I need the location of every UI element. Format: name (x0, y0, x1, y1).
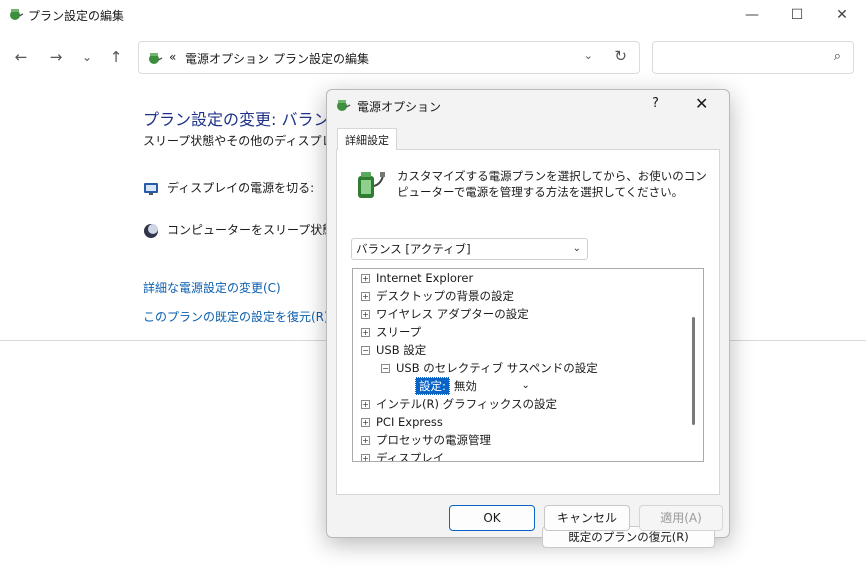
ok-button[interactable]: OK (449, 505, 535, 531)
restore-defaults-link[interactable]: このプランの既定の設定を復元(R) (143, 308, 329, 325)
close-window-button[interactable]: ✕ (819, 0, 865, 30)
navigation-bar: ← → ⌄ ↑ « 電源オプション › プラン設定の編集 ⌄ ↻ ⌕ (0, 38, 866, 78)
tree-item-label: ワイヤレス アダプターの設定 (376, 307, 529, 321)
advanced-settings-panel: カスタマイズする電源プランを選択してから、お使いのコンピューターで電源を管理する… (336, 149, 720, 548)
cancel-button[interactable]: キャンセル (544, 505, 630, 531)
advanced-settings-link[interactable]: 詳細な電源設定の変更(C) (143, 279, 281, 296)
tree-item[interactable]: + PCI Express (361, 413, 443, 431)
expand-icon[interactable]: + (361, 274, 370, 283)
sleep-moon-icon (144, 223, 158, 238)
search-icon: ⌕ (833, 49, 841, 64)
tab-advanced-settings[interactable]: 詳細設定 (337, 128, 397, 150)
breadcrumb-separator[interactable]: › (259, 50, 264, 64)
tree-item-label: デスクトップの背景の設定 (376, 289, 514, 303)
battery-plug-icon (358, 172, 385, 198)
tree-item-label: USB 設定 (376, 343, 427, 357)
address-overflow[interactable]: « (169, 50, 176, 64)
page-title: プラン設定の変更: バランス (143, 110, 346, 129)
expand-icon[interactable]: + (361, 454, 370, 461)
tree-item[interactable]: − USB 設定 (361, 341, 426, 359)
tree-scrollbar[interactable] (692, 317, 695, 425)
tree-item[interactable]: − USB のセレクティブ サスペンドの設定 (381, 359, 598, 377)
tree-item[interactable]: + プロセッサの電源管理 (361, 431, 491, 449)
expand-icon[interactable]: + (361, 310, 370, 319)
power-options-dialog: 電源オプション ? ✕ 詳細設定 カスタマイズする電源プランを選択してから、お使… (326, 89, 730, 548)
chevron-down-icon: ⌄ (521, 380, 530, 391)
panel-description: カスタマイズする電源プランを選択してから、お使いのコンピューターで電源を管理する… (397, 169, 707, 199)
forward-button[interactable]: → (41, 38, 71, 76)
up-button[interactable]: ↑ (101, 38, 131, 76)
display-off-label: ディスプレイの電源を切る: (167, 181, 315, 195)
plan-select-dropdown[interactable]: バランス [アクティブ] ⌄ (351, 238, 588, 260)
power-options-icon (337, 100, 351, 111)
plan-select-value: バランス [アクティブ] (356, 242, 471, 256)
display-off-setting: ディスプレイの電源を切る: (143, 179, 314, 197)
tree-item-label: ディスプレイ (376, 451, 445, 462)
collapse-icon[interactable]: − (381, 364, 390, 373)
recent-locations-button[interactable]: ⌄ (72, 38, 102, 76)
tree-item[interactable]: + スリープ (361, 323, 421, 341)
back-button[interactable]: ← (6, 38, 36, 76)
minimize-button[interactable]: — (729, 0, 775, 30)
setting-value: 無効 (453, 379, 477, 393)
dialog-titlebar: 電源オプション ? ✕ (327, 90, 729, 120)
tree-item[interactable]: + インテル(R) グラフィックスの設定 (361, 395, 557, 413)
tree-item-label: インテル(R) グラフィックスの設定 (376, 397, 558, 411)
tree-item[interactable]: + ディスプレイ (361, 449, 445, 462)
tree-item-label: PCI Express (376, 415, 443, 429)
tree-setting-row[interactable]: 設定: 無効 ⌄ (415, 377, 532, 395)
help-button[interactable]: ? (652, 96, 659, 111)
tree-item[interactable]: + デスクトップの背景の設定 (361, 287, 514, 305)
power-options-icon (10, 9, 24, 20)
tree-item[interactable]: + ワイヤレス アダプターの設定 (361, 305, 529, 323)
tree-item-label: USB のセレクティブ サスペンドの設定 (396, 361, 598, 375)
expand-icon[interactable]: + (361, 400, 370, 409)
window-titlebar: プラン設定の編集 — ☐ ✕ (0, 0, 866, 30)
maximize-button[interactable]: ☐ (774, 0, 820, 30)
settings-tree[interactable]: + Internet Explorer + デスクトップの背景の設定 + ワイヤレス … (352, 268, 704, 462)
address-dropdown-icon[interactable]: ⌄ (584, 49, 593, 62)
tree-item-label: プロセッサの電源管理 (376, 433, 491, 447)
setting-label[interactable]: 設定: (415, 377, 450, 395)
breadcrumb-power-options[interactable]: 電源オプション (185, 50, 269, 67)
expand-icon[interactable]: + (361, 292, 370, 301)
tree-item[interactable]: + Internet Explorer (361, 269, 473, 287)
address-bar[interactable]: « 電源オプション › プラン設定の編集 ⌄ ↻ (138, 41, 640, 74)
display-power-icon (144, 182, 158, 195)
dialog-close-button[interactable]: ✕ (695, 94, 708, 113)
power-options-icon (149, 53, 163, 64)
expand-icon[interactable]: + (361, 328, 370, 337)
refresh-icon[interactable]: ↻ (614, 47, 627, 65)
window-title: プラン設定の編集 (28, 9, 125, 23)
chevron-down-icon: ⌄ (572, 243, 581, 254)
tree-item-label: スリープ (376, 325, 422, 339)
apply-button[interactable]: 適用(A) (639, 505, 723, 531)
breadcrumb-edit-plan[interactable]: プラン設定の編集 (273, 50, 369, 67)
dialog-title: 電源オプション (357, 100, 442, 114)
expand-icon[interactable]: + (361, 436, 370, 445)
setting-value-dropdown[interactable]: 無効 ⌄ (454, 377, 532, 395)
search-input[interactable]: ⌕ (652, 41, 854, 74)
collapse-icon[interactable]: − (361, 346, 370, 355)
tree-item-label: Internet Explorer (376, 271, 474, 285)
expand-icon[interactable]: + (361, 418, 370, 427)
